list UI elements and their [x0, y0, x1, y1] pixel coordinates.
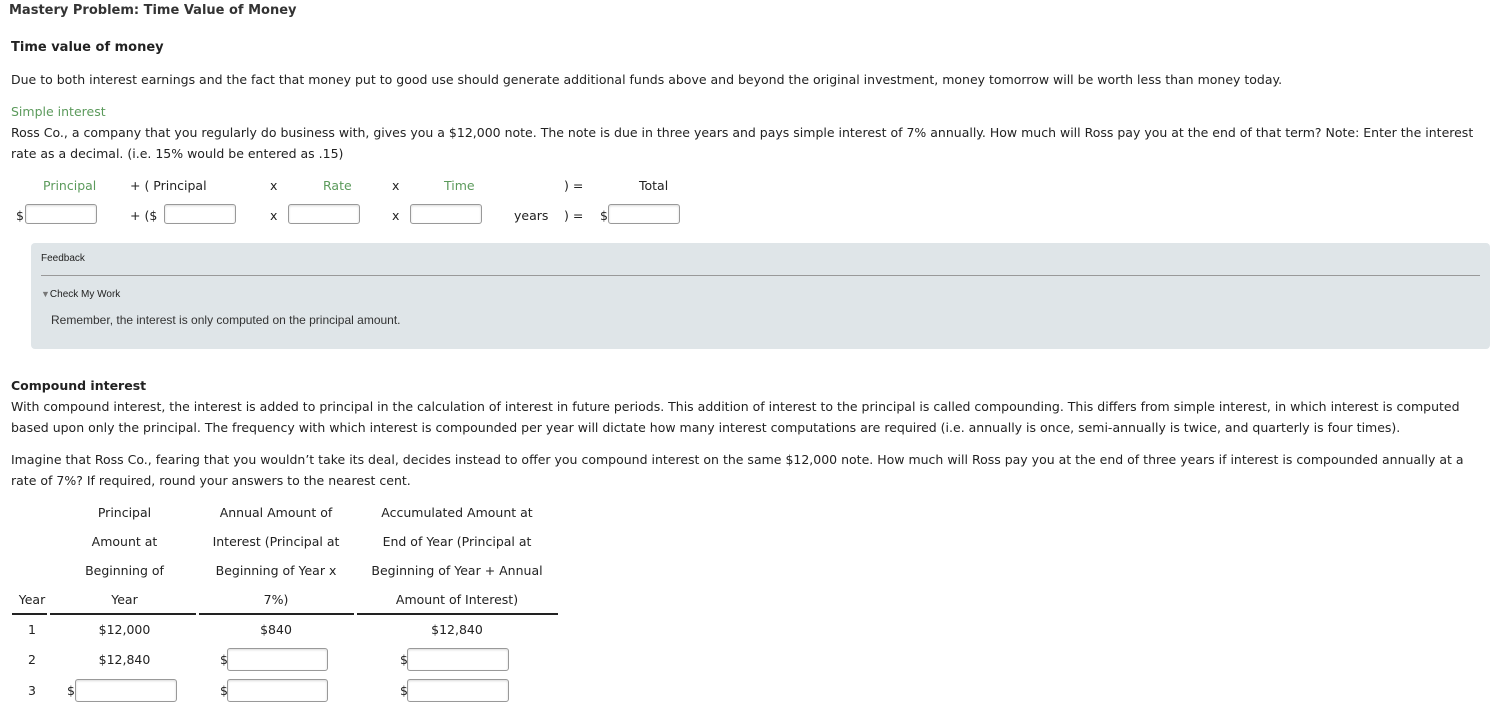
label-total: Total [639, 178, 669, 193]
dollar-sign: $ [16, 208, 24, 223]
label-times-1: x [270, 178, 278, 193]
row3-principal-input[interactable] [75, 679, 177, 702]
feedback-panel: Feedback ▼Check My Work Remember, the in… [31, 243, 1490, 349]
dollar-sign: $ [67, 683, 75, 698]
row1-interest: $840 [260, 622, 292, 637]
times-sign-2: x [392, 208, 400, 223]
row1-year: 1 [28, 622, 36, 637]
compound-para-2: Imagine that Ross Co., fearing that you … [11, 452, 1464, 488]
col-header-principal: Principal Amount at Beginning of Year [85, 505, 164, 607]
label-rate: Rate [323, 178, 352, 193]
row2-accumulated-input[interactable] [407, 648, 509, 671]
label-times-2: x [392, 178, 400, 193]
plus-open-dollar: + ($ [130, 208, 158, 223]
row2-year: 2 [28, 652, 36, 667]
feedback-label: Feedback [41, 253, 85, 264]
col-header-year: Year [18, 592, 46, 607]
header-rule [357, 613, 558, 615]
header-rule [50, 613, 196, 615]
years-label: years [514, 208, 549, 223]
total-input[interactable] [608, 204, 680, 224]
label-plus-principal: + ( Principal [130, 178, 207, 193]
feedback-message: Remember, the interest is only computed … [51, 313, 401, 327]
section-heading: Time value of money [11, 40, 164, 55]
compound-para-1: With compound interest, the interest is … [11, 399, 1460, 435]
triangle-down-icon: ▼ [41, 289, 50, 299]
header-rule [12, 613, 47, 615]
col-header-interest: Annual Amount of Interest (Principal at Be… [212, 505, 340, 607]
simple-interest-heading: Simple interest [11, 104, 106, 119]
row1-principal: $12,000 [98, 622, 151, 637]
label-time: Time [444, 178, 475, 193]
time-input[interactable] [410, 204, 482, 224]
row3-interest-input[interactable] [227, 679, 328, 702]
close-equals: ) = [564, 208, 584, 223]
check-my-work-label: Check My Work [49, 289, 121, 300]
row3-accumulated-input[interactable] [407, 679, 509, 702]
check-my-work-toggle[interactable]: ▼Check My Work [41, 289, 120, 300]
col-header-accumulated: Accumulated Amount at End of Year (Princi… [371, 505, 543, 607]
row1-accumulated: $12,840 [431, 622, 483, 637]
row2-interest-input[interactable] [227, 648, 328, 671]
row3-year: 3 [28, 683, 36, 698]
page-title: Mastery Problem: Time Value of Money [9, 3, 297, 18]
compound-interest-heading: Compound interest [11, 378, 147, 393]
label-principal: Principal [43, 178, 97, 193]
intro-text: Due to both interest earnings and the fa… [11, 72, 1283, 87]
label-close-equals: ) = [564, 178, 584, 193]
rate-input[interactable] [288, 204, 360, 224]
simple-interest-question: Ross Co., a company that you regularly d… [11, 125, 1474, 161]
principal-input[interactable] [25, 204, 97, 224]
row2-principal: $12,840 [98, 652, 151, 667]
dollar-sign-total: $ [600, 208, 608, 223]
times-sign-1: x [270, 208, 278, 223]
feedback-divider [41, 275, 1480, 276]
header-rule [199, 613, 354, 615]
principal-2-input[interactable] [164, 204, 236, 224]
